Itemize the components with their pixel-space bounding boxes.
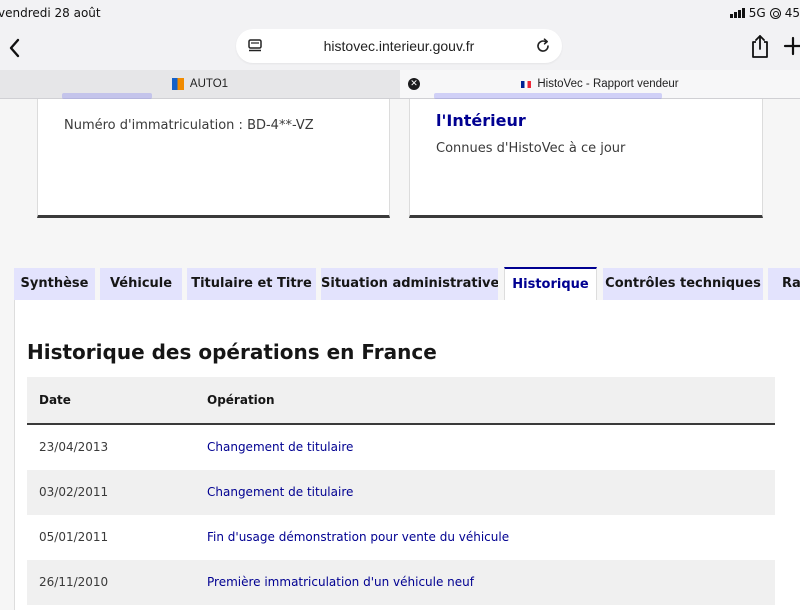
cellular-signal-icon	[729, 8, 745, 18]
row-operation: Changement de titulaire	[207, 485, 354, 499]
table-row: 23/04/2013 Changement de titulaire	[27, 425, 775, 470]
row-date: 05/01/2011	[39, 530, 109, 544]
card-subtitle: Connues d'HistoVec à ce jour	[436, 141, 626, 156]
status-bar: vendredi 28 août 5G 45	[0, 0, 800, 26]
address-bar[interactable]: histovec.interieur.gouv.fr	[236, 29, 562, 63]
table-row: 05/01/2011 Fin d'usage démonstration pou…	[27, 515, 775, 560]
tab-historique[interactable]: Historique	[504, 267, 597, 300]
source-info-card: l'Intérieur Connues d'HistoVec à ce jour	[409, 93, 763, 218]
share-icon	[752, 35, 768, 58]
vehicle-id-card: Numéro d'immatriculation : BD-4**-VZ	[37, 93, 390, 218]
plus-icon	[783, 36, 800, 56]
tab-situation-administrative[interactable]: Situation administrative	[321, 268, 498, 300]
column-header-operation: Opération	[207, 393, 275, 407]
row-date: 03/02/2011	[39, 485, 109, 499]
orientation-lock-icon	[769, 7, 781, 19]
status-time: vendredi 28 août	[0, 6, 101, 20]
tab-title: HistoVec - Rapport vendeur	[537, 78, 679, 90]
row-date: 26/11/2010	[39, 575, 109, 589]
tab-controles-techniques[interactable]: Contrôles techniques	[603, 268, 763, 300]
card-cut-heading	[434, 93, 662, 99]
browser-toolbar: histovec.interieur.gouv.fr	[0, 26, 800, 70]
historique-panel: Historique des opérations en France Date…	[14, 300, 800, 610]
tab-vehicule[interactable]: Véhicule	[100, 268, 182, 300]
chevron-left-icon	[9, 38, 20, 58]
row-operation: Fin d'usage démonstration pour vente du …	[207, 530, 510, 544]
close-tab-icon[interactable]: ✕	[408, 78, 420, 90]
share-button[interactable]	[747, 32, 773, 60]
row-operation: Première immatriculation d'un véhicule n…	[207, 575, 474, 589]
card-cut-heading	[62, 93, 152, 99]
row-operation: Changement de titulaire	[207, 440, 354, 454]
tab-title: AUTO1	[189, 78, 229, 90]
battery-level: 45	[784, 6, 800, 20]
status-indicators: 5G 45	[729, 6, 800, 20]
back-button[interactable]	[4, 34, 26, 62]
row-date: 23/04/2013	[39, 440, 109, 454]
new-tab-button[interactable]	[782, 34, 800, 58]
table-header: Date Opération	[27, 377, 775, 425]
page-content: Numéro d'immatriculation : BD-4**-VZ l'I…	[0, 93, 800, 610]
report-tabs: Synthèse Véhicule Titulaire et Titre Sit…	[0, 267, 800, 300]
table-row: 03/02/2011 Changement de titulaire	[27, 470, 775, 515]
auto1-favicon-icon	[171, 78, 184, 90]
section-title: Historique des opérations en France	[27, 340, 437, 364]
history-table: Date Opération 23/04/2013 Changement de …	[27, 377, 775, 605]
tab-synthese[interactable]: Synthèse	[14, 268, 95, 300]
tab-titulaire-et-titre[interactable]: Titulaire et Titre	[187, 268, 316, 300]
url-text[interactable]: histovec.interieur.gouv.fr	[236, 38, 562, 54]
column-header-date: Date	[39, 393, 71, 407]
reload-icon[interactable]	[534, 37, 552, 55]
tab-rapport-partial[interactable]: Rap	[768, 268, 800, 300]
france-flag-icon	[521, 80, 532, 88]
table-row: 26/11/2010 Première immatriculation d'un…	[27, 560, 775, 605]
browser-tab-auto1[interactable]: AUTO1	[0, 70, 400, 98]
network-type: 5G	[748, 6, 766, 20]
registration-number: Numéro d'immatriculation : BD-4**-VZ	[64, 118, 314, 133]
card-title: l'Intérieur	[436, 111, 526, 130]
